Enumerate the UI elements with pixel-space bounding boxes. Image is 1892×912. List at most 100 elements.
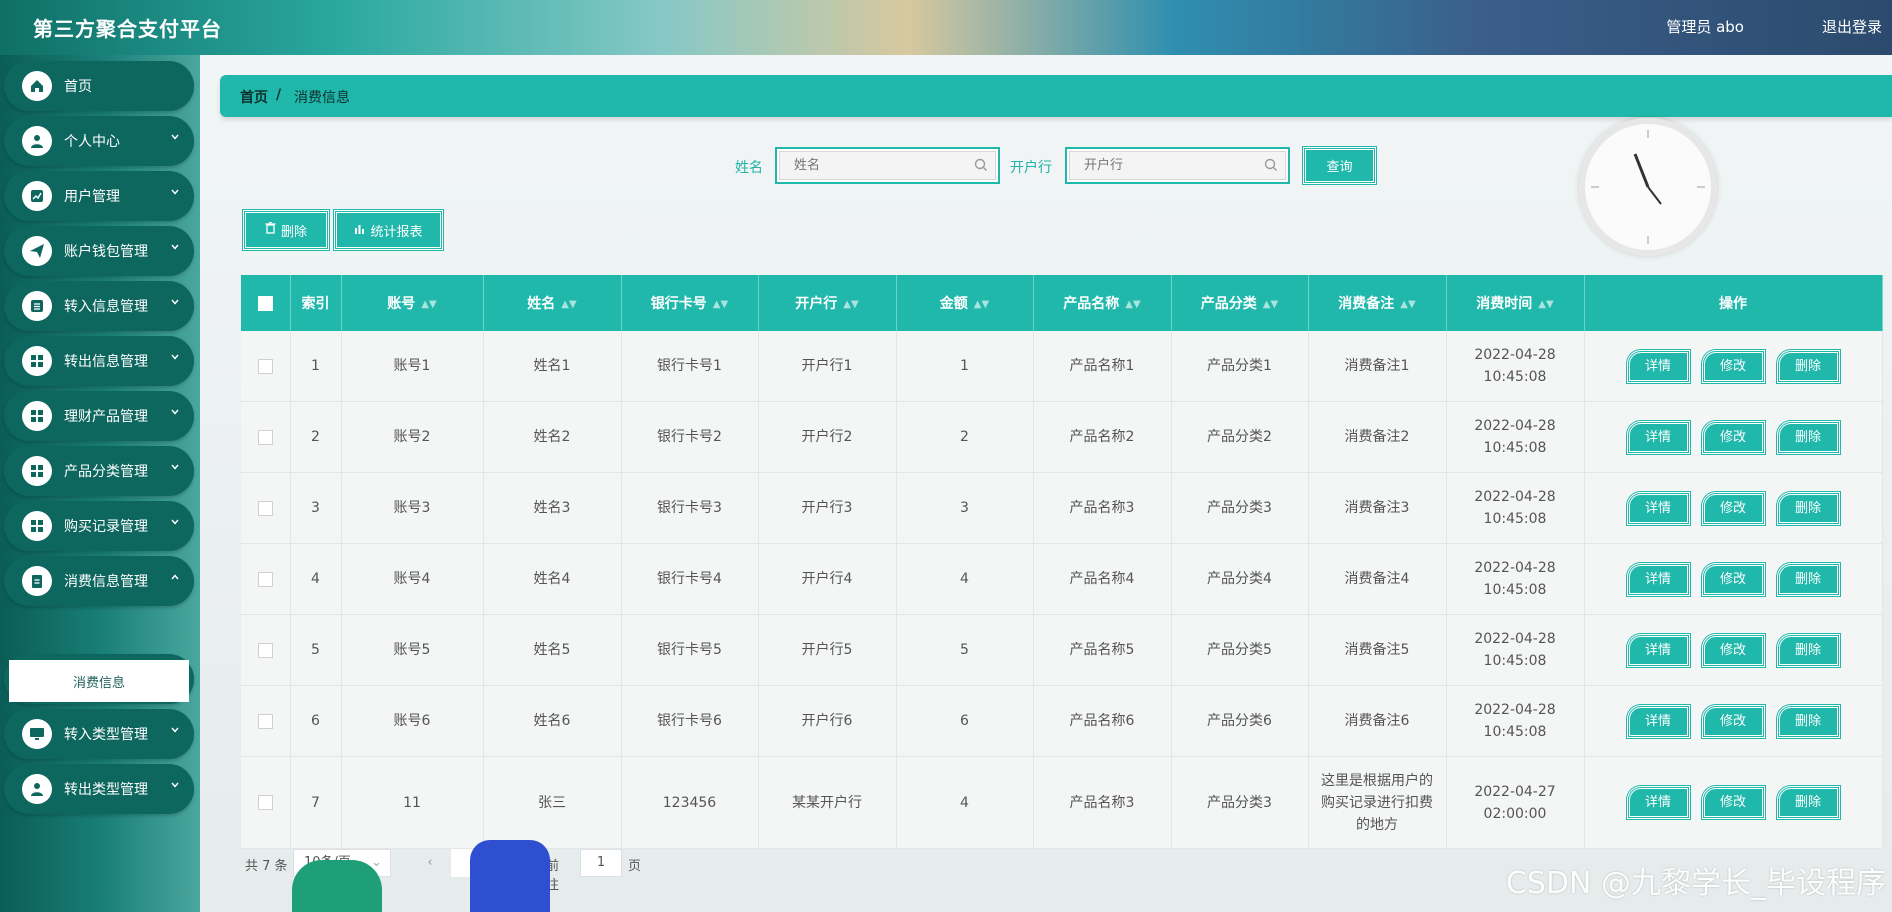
cell-remark: 消费备注1 (1308, 331, 1447, 402)
sidebar-item[interactable]: 转入信息管理 (4, 281, 194, 331)
sidebar-item[interactable]: 理财产品管理 (4, 391, 194, 441)
prev-page-button[interactable]: ‹ (416, 849, 444, 877)
edit-button[interactable]: 修改 (1701, 420, 1765, 454)
sort-icon[interactable]: ▲▼ (561, 299, 576, 310)
edit-button[interactable]: 修改 (1701, 562, 1765, 596)
col-time[interactable]: 消费时间 ▲▼ (1446, 275, 1585, 331)
sidebar-item-label: 转出信息管理 (64, 354, 148, 370)
goto-input[interactable]: 1 (580, 849, 622, 877)
row-delete-button[interactable]: 删除 (1776, 349, 1840, 383)
sidebar-item[interactable]: 转出信息管理 (4, 336, 194, 386)
sidebar-subitem-consume-info[interactable]: 消费信息 (9, 660, 189, 702)
report-button[interactable]: 统计报表 (334, 210, 443, 250)
chevron-down-icon (170, 405, 180, 421)
cell-product: 产品名称2 (1033, 401, 1172, 473)
cell-actions: 详情 修改 删除 (1584, 756, 1883, 849)
detail-button[interactable]: 详情 (1626, 420, 1690, 454)
chart-icon (22, 181, 52, 211)
row-delete-button[interactable]: 删除 (1776, 786, 1840, 819)
query-button[interactable]: 查询 (1303, 147, 1376, 184)
cell-remark: 这里是根据用户的购买记录进行扣费的地方 (1308, 756, 1447, 849)
detail-button[interactable]: 详情 (1626, 491, 1690, 525)
top-bar: 第三方聚合支付平台 管理员 abo 退出登录 (0, 0, 1892, 55)
cell-category: 产品分类1 (1171, 331, 1309, 402)
col-account[interactable]: 账号 ▲▼ (341, 275, 484, 331)
cell-actions: 详情 修改 删除 (1584, 614, 1883, 686)
row-delete-button[interactable]: 删除 (1776, 562, 1840, 596)
sidebar-item[interactable]: 产品分类管理 (4, 446, 194, 496)
col-category[interactable]: 产品分类 ▲▼ (1171, 275, 1309, 331)
breadcrumb-home[interactable]: 首页 (240, 87, 268, 107)
cell-remark: 消费备注6 (1308, 685, 1447, 757)
sidebar-item[interactable]: 用户管理 (4, 171, 194, 221)
detail-button[interactable]: 详情 (1626, 704, 1690, 738)
detail-button[interactable]: 详情 (1626, 633, 1690, 667)
row-delete-button[interactable]: 删除 (1776, 420, 1840, 454)
chevron-up-icon (170, 570, 180, 586)
detail-button[interactable]: 详情 (1626, 349, 1690, 383)
edit-button[interactable]: 修改 (1701, 491, 1765, 525)
cell-amount: 2 (896, 401, 1034, 473)
sort-icon[interactable]: ▲▼ (974, 299, 989, 310)
trash-icon (265, 221, 276, 238)
chevron-down-icon (170, 240, 180, 256)
sort-icon[interactable]: ▲▼ (1125, 299, 1140, 310)
row-delete-button[interactable]: 删除 (1776, 704, 1840, 738)
col-bank[interactable]: 开户行 ▲▼ (758, 275, 897, 331)
row-checkbox[interactable] (257, 571, 273, 587)
row-select-cell (241, 472, 291, 544)
cell-actions: 详情 修改 删除 (1584, 543, 1883, 615)
detail-button[interactable]: 详情 (1626, 786, 1690, 819)
cell-name: 姓名6 (483, 685, 622, 757)
name-search-input[interactable] (779, 151, 996, 180)
row-checkbox[interactable] (257, 642, 273, 658)
logout-link[interactable]: 退出登录 (1822, 16, 1882, 37)
row-checkbox[interactable] (257, 358, 273, 374)
detail-button[interactable]: 详情 (1626, 562, 1690, 596)
sidebar-item[interactable]: 首页 (4, 61, 194, 111)
sort-icon[interactable]: ▲▼ (421, 299, 436, 310)
edit-button[interactable]: 修改 (1701, 349, 1765, 383)
select-all-checkbox[interactable] (257, 295, 273, 311)
sort-icon[interactable]: ▲▼ (843, 299, 858, 310)
row-checkbox[interactable] (257, 500, 273, 516)
cell-remark: 消费备注4 (1308, 543, 1447, 615)
edit-button[interactable]: 修改 (1701, 786, 1765, 819)
col-product[interactable]: 产品名称 ▲▼ (1033, 275, 1172, 331)
edit-button[interactable]: 修改 (1701, 704, 1765, 738)
col-card[interactable]: 银行卡号 ▲▼ (621, 275, 759, 331)
cell-account: 账号4 (341, 543, 484, 615)
sidebar-item[interactable]: 购买记录管理 (4, 501, 194, 551)
monitor-icon (22, 719, 52, 749)
sidebar-item[interactable]: 个人中心 (4, 116, 194, 166)
sidebar-item[interactable]: 转出类型管理 (4, 764, 194, 814)
sort-icon[interactable]: ▲▼ (1538, 299, 1553, 310)
chevron-down-icon (170, 350, 180, 366)
cell-amount: 6 (896, 685, 1034, 757)
row-delete-button[interactable]: 删除 (1776, 491, 1840, 525)
col-amount[interactable]: 金额 ▲▼ (896, 275, 1034, 331)
bank-search-input[interactable] (1069, 151, 1286, 180)
list-icon (22, 291, 52, 321)
cell-name: 姓名2 (483, 401, 622, 473)
sort-icon[interactable]: ▲▼ (1400, 299, 1415, 310)
breadcrumb-current: 消费信息 (294, 90, 350, 106)
cell-category: 产品分类6 (1171, 685, 1309, 757)
col-name[interactable]: 姓名 ▲▼ (483, 275, 622, 331)
row-select-cell (241, 685, 291, 757)
sort-icon[interactable]: ▲▼ (713, 299, 728, 310)
col-remark[interactable]: 消费备注 ▲▼ (1308, 275, 1447, 331)
sidebar-item-label: 购买记录管理 (64, 519, 148, 535)
row-checkbox[interactable] (257, 429, 273, 445)
edit-button[interactable]: 修改 (1701, 633, 1765, 667)
admin-label: 管理员 abo (1666, 18, 1744, 36)
row-checkbox[interactable] (257, 795, 273, 810)
row-checkbox[interactable] (257, 713, 273, 729)
sidebar-item[interactable]: 账户钱包管理 (4, 226, 194, 276)
delete-button[interactable]: 删除 (243, 210, 329, 250)
sort-icon[interactable]: ▲▼ (1263, 299, 1278, 310)
sidebar-item[interactable]: 消费信息管理 (4, 556, 194, 606)
sidebar-item[interactable]: 转入类型管理 (4, 709, 194, 759)
cell-name: 姓名3 (483, 472, 622, 544)
row-delete-button[interactable]: 删除 (1776, 633, 1840, 667)
